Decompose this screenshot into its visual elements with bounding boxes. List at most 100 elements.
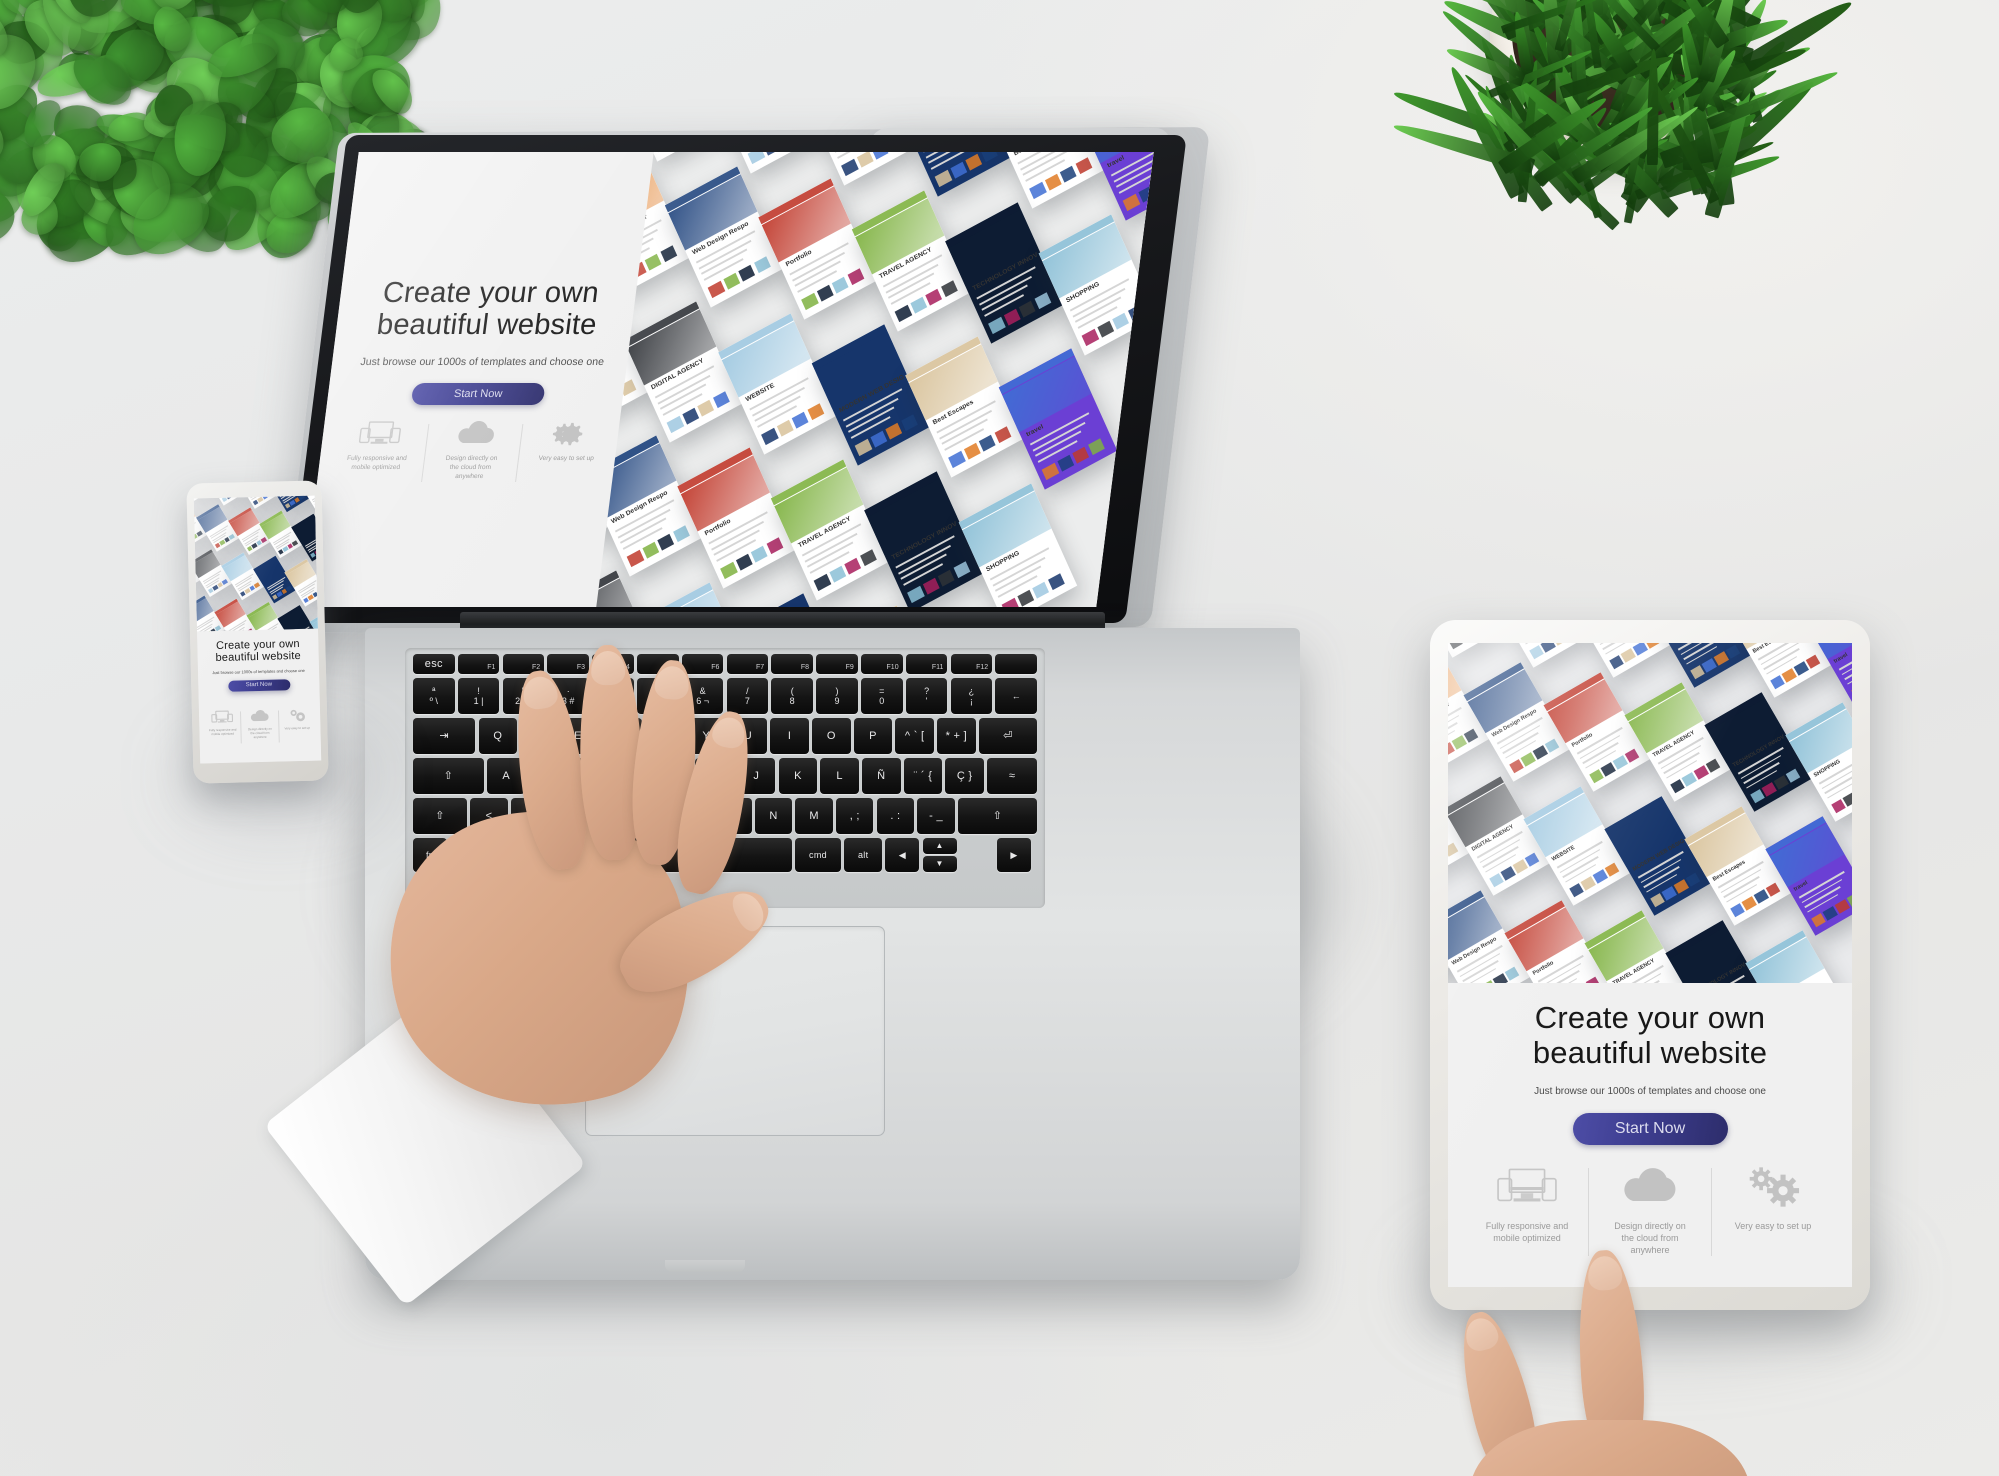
key-esc[interactable]: esc: [413, 654, 455, 674]
template-tile[interactable]: MODERN WEB DESIG: [731, 594, 850, 607]
key-▼[interactable]: ▼: [923, 856, 957, 872]
key-P[interactable]: P: [854, 718, 892, 754]
template-tile[interactable]: [266, 496, 309, 513]
template-swatch: [766, 537, 783, 554]
template-swatch: [683, 408, 700, 425]
key-F6[interactable]: F6: [682, 654, 724, 674]
template-swatch: [885, 423, 902, 440]
key-label: esc: [425, 659, 443, 670]
template-swatch: [1540, 643, 1555, 653]
template-swatch: [954, 561, 971, 578]
template-header: [731, 594, 807, 607]
template-swatch: [994, 427, 1011, 444]
key-Ç-}[interactable]: Ç }: [945, 758, 983, 794]
template-tile[interactable]: SHOPPING: [958, 483, 1077, 607]
start-now-button[interactable]: Start Now: [1573, 1113, 1728, 1145]
key-label-bot: ←: [1012, 692, 1021, 701]
feature-caption: Design directly on: [1614, 1220, 1686, 1232]
key-F3[interactable]: F3: [547, 654, 589, 674]
key-^-`-[[interactable]: ^ ` [: [895, 718, 933, 754]
template-tile[interactable]: DIGITAL AGENCY: [1483, 643, 1590, 668]
key-⇧[interactable]: ⇧: [958, 798, 1037, 834]
feature-caption: Very easy to set up: [284, 726, 310, 731]
template-swatch: [261, 537, 267, 543]
template-swatch: [1019, 300, 1036, 317]
key-label: F7: [756, 664, 764, 671]
template-tile[interactable]: MODERN WEB DESIG: [892, 152, 1011, 197]
template-tile[interactable]: Portfolio: [758, 179, 877, 320]
template-swatch: [229, 534, 235, 540]
template-tile[interactable]: TRAVEL AGENCY: [771, 459, 890, 600]
template-tile[interactable]: Healthy: [1448, 643, 1510, 658]
template-tile[interactable]: TRAVEL AGENCY: [852, 190, 971, 331]
key-label: - _: [929, 811, 943, 822]
template-tile[interactable]: [234, 496, 277, 509]
template-tile[interactable]: WEBSITE: [718, 313, 837, 454]
template-tile[interactable]: Web Design Respo: [664, 167, 783, 308]
key-blank[interactable]: [995, 654, 1037, 674]
key-¡[interactable]: ¿ ¡: [951, 678, 993, 714]
template-swatch: [908, 586, 925, 603]
key-label: ▶: [1010, 851, 1017, 860]
key-▲[interactable]: ▲: [923, 838, 957, 854]
template-tile[interactable]: DIGITAL AGENCY: [624, 301, 743, 442]
template-swatch: [857, 152, 874, 167]
key-Ñ[interactable]: Ñ: [862, 758, 900, 794]
key-label: ⏎: [1003, 731, 1013, 742]
template-swatch: [1694, 765, 1709, 779]
template-text-line: [293, 630, 309, 632]
template-swatch: [1686, 872, 1701, 886]
template-swatch: [845, 557, 862, 574]
key-F12[interactable]: F12: [951, 654, 993, 674]
template-tile[interactable]: Portfolio: [677, 448, 796, 589]
hero-laptop: Create your own beautiful website Just b…: [327, 277, 643, 405]
key-F7[interactable]: F7: [727, 654, 769, 674]
fingernail: [654, 665, 690, 701]
key-F11[interactable]: F11: [906, 654, 948, 674]
key-¨-´-{[interactable]: ¨ ´ {: [904, 758, 942, 794]
template-tile[interactable]: WEBSITE: [798, 152, 917, 185]
key-▶[interactable]: ▶: [997, 838, 1031, 872]
key-'[interactable]: ? ': [906, 678, 948, 714]
key-F9[interactable]: F9: [816, 654, 858, 674]
key-←[interactable]: ←: [995, 678, 1037, 714]
start-now-button[interactable]: Start Now: [228, 679, 290, 692]
template-tile[interactable]: MODERN WEB DESIG: [811, 325, 930, 466]
template-swatch: [923, 577, 940, 594]
key-⏎[interactable]: ⏎: [979, 718, 1037, 754]
key-*-+-][interactable]: * + ]: [937, 718, 975, 754]
feature-caption: anywhere: [443, 473, 496, 482]
template-swatch: [1044, 174, 1061, 191]
template-swatch: [763, 152, 780, 155]
template-swatch: [1674, 879, 1689, 893]
template-swatch: [951, 162, 968, 179]
template-swatch: [979, 435, 996, 452]
template-tile[interactable]: DIGITAL AGENCY: [705, 152, 824, 173]
template-tile[interactable]: travel: [999, 348, 1118, 489]
key-F1[interactable]: F1: [458, 654, 500, 674]
template-swatch: [1569, 883, 1584, 897]
template-swatch: [751, 546, 768, 563]
template-swatch: [1794, 661, 1809, 675]
key-≈[interactable]: ≈: [987, 758, 1037, 794]
template-swatch: [1835, 899, 1850, 913]
template-tile[interactable]: SHOPPING: [1746, 930, 1852, 983]
template-tile[interactable]: TECHNOLOGY INNOV: [945, 202, 1064, 343]
key-◀[interactable]: ◀: [885, 838, 919, 872]
key-label: F9: [846, 664, 854, 671]
template-tile[interactable]: WEBSITE: [1563, 643, 1670, 678]
key-0[interactable]: = 0: [861, 678, 903, 714]
template-tile[interactable]: Best Escapes: [905, 337, 1024, 478]
key-.-:[interactable]: . :: [877, 798, 914, 834]
key-label: F12: [976, 664, 988, 671]
key---_[interactable]: - _: [917, 798, 954, 834]
template-swatch: [713, 391, 730, 408]
template-tile[interactable]: Healthy: [611, 152, 730, 162]
key-F8[interactable]: F8: [771, 654, 813, 674]
template-swatch: [989, 317, 1006, 334]
key-F10[interactable]: F10: [861, 654, 903, 674]
template-swatch: [855, 439, 872, 456]
template-tile[interactable]: Best Escapes: [824, 606, 943, 607]
template-tile[interactable]: WEBSITE: [637, 582, 756, 607]
start-now-button[interactable]: Start Now: [411, 383, 546, 405]
